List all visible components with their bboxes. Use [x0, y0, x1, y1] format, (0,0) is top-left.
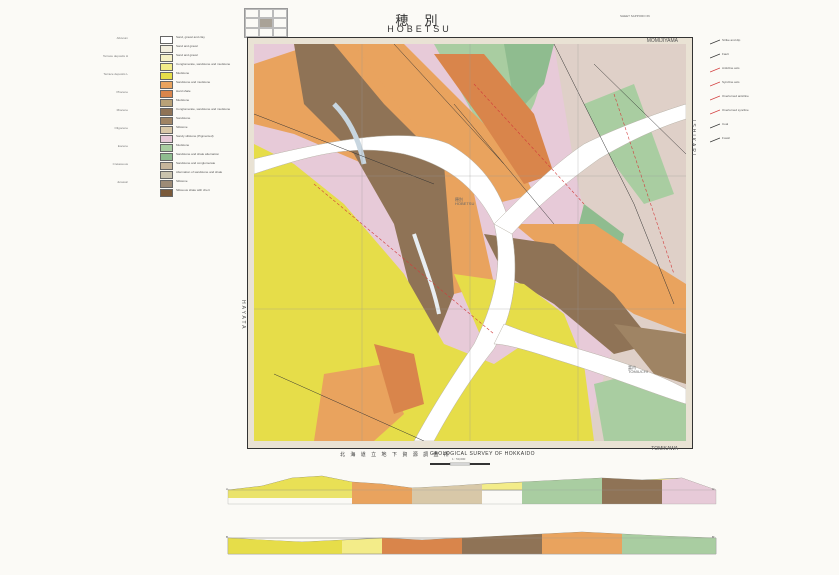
legend-label: Alternation of sandstone and shale [176, 170, 223, 174]
symbol-label: Coal [722, 122, 729, 126]
legend-row: Sandy siltstone (Pigmented) [88, 134, 238, 143]
legend-row: Sandstone and mudstone [88, 80, 238, 89]
place-label-tomiuchi: 富内 TOMIUCHI [628, 365, 648, 374]
legend-age: Oligocene [114, 126, 128, 130]
legend-row: Alternation of sandstone and shale [88, 170, 238, 179]
sheet-index-grid [244, 8, 288, 38]
legend-swatch [160, 108, 173, 116]
symbol-glyph [710, 53, 720, 59]
legend-label: Sand and gravel [176, 53, 198, 57]
legend-age: Miocene [116, 108, 128, 112]
neighbor-bottom: TOMIKAWA [651, 446, 678, 452]
symbol-glyph [710, 123, 720, 129]
symbol-glyph [710, 67, 720, 73]
legend-label: Mudstone [176, 98, 190, 102]
legend-swatch [160, 162, 173, 170]
symbol-row: Overturned anticline [710, 94, 780, 106]
scale-text: 1 : 50,000 [452, 457, 466, 461]
legend-swatch [160, 45, 173, 53]
legend-age: Terrace deposits H [102, 54, 128, 58]
legend-swatch [160, 36, 173, 44]
sheet-number: SHEET SAPPORO 66 [620, 14, 650, 18]
legend-swatch [160, 171, 173, 179]
legend-swatch [160, 90, 173, 98]
legend-swatch [160, 144, 173, 152]
legend-label: Mudstone [176, 71, 190, 75]
legend-label: Siliceous shale with chert [176, 188, 210, 192]
legend-row: Conglomerate, sandstone and mudstone [88, 62, 238, 71]
symbol-label: Fossil [722, 136, 730, 140]
legend-label: Mudstone [176, 143, 190, 147]
legend-swatch [160, 54, 173, 62]
legend-swatch [160, 180, 173, 188]
legend-row: Sand and gravel [88, 44, 238, 53]
symbol-label: Overturned anticline [722, 94, 749, 98]
legend-swatch [160, 117, 173, 125]
legend-label: Sandstone and conglomerate [176, 161, 216, 165]
legend-swatch [160, 153, 173, 161]
symbol-label: Syncline axis [722, 80, 740, 84]
section-b-right: B' [712, 535, 715, 539]
legend-row: Siliceous shale with chert [88, 188, 238, 197]
symbol-glyph [710, 81, 720, 87]
legend-label: Siltstone [176, 125, 188, 129]
legend-label: Sandstone and shale alternation [176, 152, 220, 156]
legend-label: Sandy siltstone (Pigmented) [176, 134, 214, 138]
legend-label: Sand and gravel [176, 44, 198, 48]
symbol-row: Coal [710, 122, 780, 134]
legend-label: Sandstone [176, 116, 191, 120]
section-a-right: A' [712, 487, 715, 491]
legend-label: Conglomerate, sandstone and mudstone [176, 62, 231, 66]
publisher-en: GEOLOGICAL SURVEY OF HOKKAIDO [430, 451, 535, 457]
symbol-glyph [710, 95, 720, 101]
legend-row: Sandstone and shale alternation [88, 152, 238, 161]
symbol-row: Syncline axis [710, 80, 780, 92]
symbol-glyph [710, 137, 720, 143]
legend-label: Siltstone [176, 179, 188, 183]
geologic-map [254, 44, 686, 441]
symbol-glyph [710, 39, 720, 45]
symbol-glyph [710, 109, 720, 115]
legend-swatch [160, 72, 173, 80]
legend-age: Terrace deposits L [103, 72, 128, 76]
legend-label: Sand, gravel and clay [176, 35, 205, 39]
legend-age: Alluvium [116, 36, 128, 40]
map-title-en: HOBETSU [387, 24, 452, 34]
symbol-row: Fossil [710, 136, 780, 148]
legend-swatch [160, 189, 173, 197]
legend-age: Jurassic [116, 180, 128, 184]
symbol-row: Strike and dip [710, 38, 780, 50]
legend-swatch [160, 81, 173, 89]
legend-label: Hard shale [176, 89, 191, 93]
symbol-row: Fault [710, 52, 780, 64]
legend-swatch [160, 99, 173, 107]
legend-swatch [160, 63, 173, 71]
symbol-label: Fault [722, 52, 729, 56]
symbol-label: Overturned syncline [722, 108, 749, 112]
cross-section-b [227, 531, 717, 555]
section-a-left: A [226, 487, 229, 491]
legend-age: Cretaceous [112, 162, 128, 166]
neighbor-left: HAYATA [240, 300, 246, 331]
cross-section-a [227, 475, 717, 505]
symbol-label: Strike and dip [722, 38, 741, 42]
legend-row: Mudstone [88, 98, 238, 107]
symbol-label: Anticline axis [722, 66, 740, 70]
section-b-left: B [226, 535, 229, 539]
place-label-hobetsu: 穂別 HOBETSU [455, 197, 475, 206]
legend-row: Sandstone [88, 116, 238, 125]
legend-swatch [160, 126, 173, 134]
neighbor-right: ISHIKARI [690, 120, 696, 158]
legend-age: Eocene [117, 144, 128, 148]
legend-label: Sandstone and mudstone [176, 80, 211, 84]
legend-swatch [160, 135, 173, 143]
symbol-row: Anticline axis [710, 66, 780, 78]
symbol-row: Overturned syncline [710, 108, 780, 120]
legend-label: Conglomerate, sandstone and mudstone [176, 107, 231, 111]
sheet-notes: SHEET SAPPORO 66 [620, 14, 690, 18]
legend-age: Pliocene [116, 90, 128, 94]
